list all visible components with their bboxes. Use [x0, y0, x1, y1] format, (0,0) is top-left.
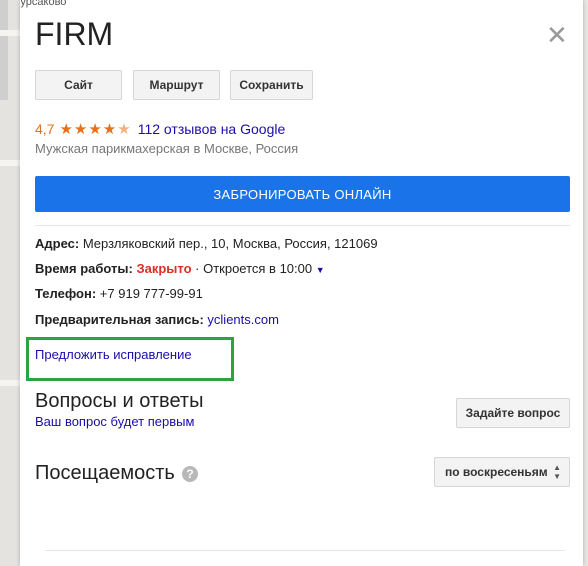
address-value: Мерзляковский пер., 10, Москва, Россия, …	[82, 236, 378, 251]
day-select-value: по воскресеньям	[445, 465, 548, 479]
highlight-box	[26, 337, 234, 381]
booking-label: Предварительная запись:	[35, 312, 204, 327]
map-background[interactable]	[0, 0, 20, 566]
map-place-label: Курсаково	[20, 0, 67, 8]
hours-label: Время работы:	[35, 261, 133, 276]
place-title: FIRM	[35, 16, 114, 52]
qa-title: Вопросы и ответы	[35, 390, 204, 412]
booking-row: Предварительная запись: yclients.com	[35, 312, 279, 327]
route-button[interactable]: Маршрут	[133, 70, 220, 100]
rating-row: 4,7 ★★★★★ 112 отзывов на Google	[35, 120, 285, 138]
rating-value: 4,7	[35, 121, 55, 137]
close-icon[interactable]: ✕	[546, 22, 568, 48]
attendance-title: Посещаемость	[35, 462, 175, 484]
qa-subtitle-link[interactable]: Ваш вопрос будет первым	[35, 414, 194, 429]
divider	[35, 225, 570, 226]
booking-link[interactable]: yclients.com	[207, 312, 279, 327]
ask-question-button[interactable]: Задайте вопрос	[456, 398, 570, 428]
phone-value: +7 919 777-99-91	[99, 286, 203, 301]
chevron-down-icon[interactable]: ▼	[316, 265, 325, 275]
phone-label: Телефон:	[35, 286, 97, 301]
place-category: Мужская парикмахерская в Москве, Россия	[35, 141, 299, 156]
opens-at: · Откроется в 10:00	[195, 261, 313, 276]
website-button[interactable]: Сайт	[35, 70, 122, 100]
save-button[interactable]: Сохранить	[230, 70, 313, 100]
divider	[45, 550, 565, 551]
book-online-button[interactable]: ЗАБРОНИРОВАТЬ ОНЛАЙН	[35, 176, 570, 212]
star-rating-icon: ★★★★★	[59, 121, 132, 138]
day-select[interactable]: по воскресеньям ▲ ▼	[434, 457, 570, 487]
place-card: Курсаково FIRM ✕ Сайт Маршрут Сохранить …	[20, 0, 583, 566]
address-row: Адрес: Мерзляковский пер., 10, Москва, Р…	[35, 236, 378, 251]
updown-arrows-icon: ▲ ▼	[553, 463, 561, 481]
phone-row: Телефон: +7 919 777-99-91	[35, 286, 203, 301]
address-label: Адрес:	[35, 236, 80, 251]
hours-row[interactable]: Время работы: Закрыто · Откроется в 10:0…	[35, 261, 325, 276]
closed-status: Закрыто	[136, 261, 192, 276]
help-icon[interactable]: ?	[182, 466, 198, 482]
map-tile	[0, 0, 8, 100]
map-road	[0, 160, 20, 166]
map-road	[0, 380, 20, 386]
map-road	[0, 30, 20, 36]
reviews-link[interactable]: 112 отзывов на Google	[138, 121, 286, 137]
